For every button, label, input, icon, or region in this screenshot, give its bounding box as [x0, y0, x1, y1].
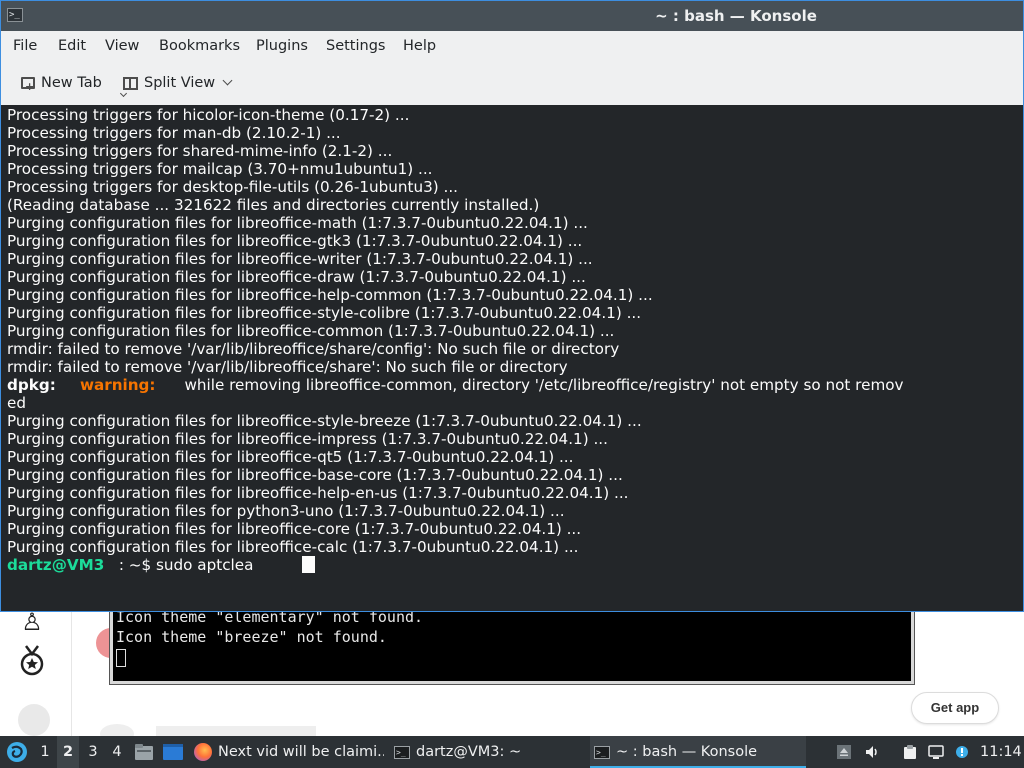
split-view-label: Split View [144, 75, 216, 91]
terminal-line: Purging configuration files for libreoff… [7, 232, 583, 250]
menu-settings[interactable]: Settings [326, 31, 385, 61]
window-title: ~ : bash — Konsole [655, 7, 817, 25]
terminal-line: Purging configuration files for libreoff… [7, 448, 574, 466]
terminal-line: Purging configuration files for libreoff… [7, 250, 593, 268]
volume-icon[interactable] [864, 744, 880, 760]
menu-file[interactable]: File [13, 31, 37, 61]
terminal-line: Purging configuration files for libreoff… [7, 430, 608, 448]
terminal-line: rmdir: failed to remove '/var/lib/libreo… [7, 340, 620, 358]
text-placeholder [156, 726, 316, 736]
terminal-cursor [301, 556, 315, 573]
prompt-line[interactable]: dartz@VM3 : ~$ sudo aptclea [7, 556, 1023, 574]
terminal-line: ed [7, 394, 26, 412]
menu-view[interactable]: View [105, 31, 139, 61]
desktop-3[interactable]: 3 [82, 736, 104, 768]
application-launcher-icon[interactable] [6, 741, 28, 763]
terminal-line: Processing triggers for desktop-file-uti… [7, 178, 458, 196]
terminal-line: Processing triggers for hicolor-icon-the… [7, 106, 410, 124]
terminal-line: Purging configuration files for libreoff… [7, 214, 588, 232]
terminal-line: Purging configuration files for libreoff… [7, 466, 623, 484]
file-manager-icon[interactable] [134, 743, 154, 761]
clipboard-icon[interactable] [902, 744, 918, 760]
terminal-line: Processing triggers for man-db (2.10.2-1… [7, 124, 341, 142]
terminal-line: Purging configuration files for libreoff… [7, 520, 582, 538]
terminal-icon: >_ [394, 745, 410, 759]
terminal-line: Purging configuration files for libreoff… [7, 286, 653, 304]
task-terminal-label: dartz@VM3: ~ [416, 744, 522, 760]
dpkg-warning-line: dpkg: warning: while removing libreoffic… [7, 376, 1023, 394]
task-terminal[interactable]: >_ dartz@VM3: ~ [394, 736, 574, 768]
clock[interactable]: 11:14 [980, 736, 1022, 768]
terminal-line: (Reading database ... 321622 files and d… [7, 196, 540, 214]
taskbar: 1 2 3 4 Next vid will be claimi... >_ dar… [0, 736, 1024, 768]
avatar-placeholder [18, 704, 50, 736]
updates-icon[interactable] [954, 744, 970, 760]
menu-edit[interactable]: Edit [58, 31, 86, 61]
terminal-line: Purging configuration files for libreoff… [7, 484, 629, 502]
task-firefox-label: Next vid will be claimi... [218, 744, 384, 760]
prompt-user: dartz@VM3 [7, 556, 105, 574]
warning-message: while removing libreoffice-common, direc… [184, 376, 904, 394]
new-tab-icon [21, 73, 35, 101]
menu-bar: File Edit View Bookmarks Plugins Setting… [1, 31, 1023, 61]
terminal-line: Purging configuration files for libreoff… [7, 268, 586, 286]
terminal-line: Purging configuration files for libreoff… [7, 304, 642, 322]
eject-icon[interactable] [836, 744, 852, 760]
terminal-line: Purging configuration files for python3-… [7, 502, 565, 520]
konsole-icon: >_ [594, 745, 610, 759]
terminal-line: rmdir: failed to remove '/var/lib/libreo… [7, 358, 568, 376]
embedded-terminal-line: Icon theme "breeze" not found. [116, 628, 387, 646]
new-tab-button[interactable]: New Tab [21, 69, 128, 101]
desktop-1[interactable]: 1 [34, 736, 56, 768]
toolbar: New Tab Split View [1, 61, 1023, 105]
embedded-terminal: Icon theme "elementary" not found. Icon … [109, 599, 915, 685]
task-firefox[interactable]: Next vid will be claimi... [194, 736, 384, 768]
new-tab-label: New Tab [41, 75, 102, 91]
desktop-4[interactable]: 4 [106, 736, 128, 768]
warning-label: warning: [79, 376, 156, 394]
desktop-2[interactable]: 2 [57, 736, 79, 768]
menu-plugins[interactable]: Plugins [256, 31, 308, 61]
dpkg-prefix: dpkg: [7, 376, 56, 394]
terminal-output[interactable]: Processing triggers for hicolor-icon-the… [1, 105, 1023, 611]
terminal-line: Purging configuration files for libreoff… [7, 538, 579, 556]
title-bar[interactable]: >_ ~ : bash — Konsole [1, 1, 1023, 31]
terminal-line: Purging configuration files for libreoff… [7, 412, 642, 430]
embedded-terminal-cursor [116, 648, 126, 667]
terminal-line: Processing triggers for mailcap (3.70+nm… [7, 160, 433, 178]
firefox-icon [194, 743, 212, 761]
network-icon[interactable] [928, 744, 944, 760]
terminal-line: Processing triggers for shared-mime-info… [7, 142, 393, 160]
konsole-window: >_ ~ : bash — Konsole File Edit View Boo… [0, 0, 1024, 612]
chevron-down-icon [222, 75, 233, 86]
menu-help[interactable]: Help [403, 31, 436, 61]
get-app-button[interactable]: Get app [911, 692, 999, 724]
command-input[interactable]: sudo aptclea [156, 556, 253, 574]
terminal-line: Purging configuration files for libreoff… [7, 322, 615, 340]
split-view-button[interactable]: Split View [123, 69, 233, 97]
medal-icon[interactable] [16, 644, 48, 676]
split-view-icon [123, 76, 138, 90]
task-konsole-label: ~ : bash — Konsole [616, 744, 758, 760]
show-desktop-icon[interactable] [162, 743, 184, 761]
task-konsole[interactable]: >_ ~ : bash — Konsole [590, 736, 806, 768]
prompt-path: : ~$ [118, 556, 152, 574]
menu-bookmarks[interactable]: Bookmarks [159, 31, 240, 61]
